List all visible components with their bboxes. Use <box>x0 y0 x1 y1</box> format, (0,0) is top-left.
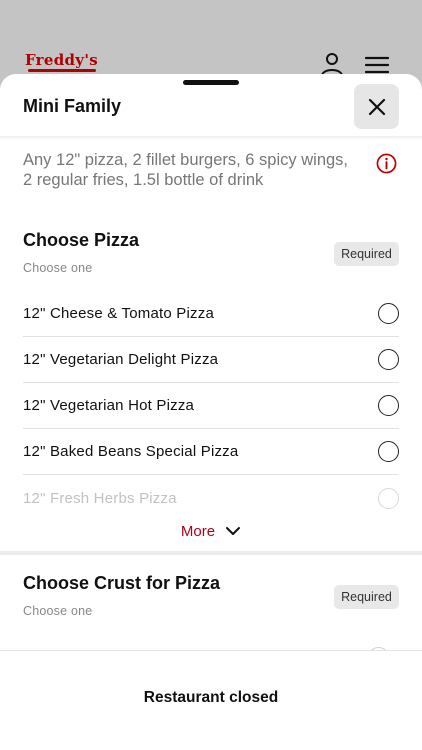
chevron-down-icon <box>226 527 241 535</box>
user-icon[interactable] <box>320 52 344 76</box>
header-divider <box>0 136 422 140</box>
option-label: 12" Baked Beans Special Pizza <box>23 443 239 460</box>
item-options-sheet: Mini Family Any 12" pizza, 2 fillet burg… <box>0 74 422 750</box>
section-title-choose-pizza: Choose Pizza <box>23 230 140 250</box>
hamburger-menu-icon[interactable] <box>365 56 389 74</box>
sheet-grabber[interactable] <box>183 80 239 85</box>
option-label: 12" Fresh Herbs Pizza <box>23 489 177 507</box>
option-row-vegetarian-delight[interactable]: 12" Vegetarian Delight Pizza <box>23 337 399 383</box>
radio-button[interactable] <box>378 487 399 509</box>
sheet-title: Mini Family <box>23 96 122 116</box>
option-row-fresh-herbs[interactable]: 12" Fresh Herbs Pizza <box>23 475 399 521</box>
option-label: 12" Vegetarian Hot Pizza <box>23 397 195 414</box>
item-description: Any 12" pizza, 2 fillet burgers, 6 spicy… <box>23 151 349 189</box>
more-options-button[interactable]: More <box>0 520 422 542</box>
radio-button[interactable] <box>378 349 399 370</box>
option-row-baked-beans[interactable]: 12" Baked Beans Special Pizza <box>23 429 399 475</box>
sheet-footer: Restaurant closed <box>0 650 422 750</box>
radio-button[interactable] <box>378 441 399 462</box>
option-label: 12" Cheese & Tomato Pizza <box>23 305 214 322</box>
option-row-vegetarian-hot[interactable]: 12" Vegetarian Hot Pizza <box>23 383 399 429</box>
brand-logo: Freddy's <box>25 51 98 69</box>
restaurant-status: Restaurant closed <box>143 689 279 706</box>
section-subtitle: Choose one <box>23 261 93 275</box>
brand-logo-underline <box>28 69 96 72</box>
radio-button[interactable] <box>378 303 399 324</box>
section-subtitle: Choose one <box>23 604 93 618</box>
more-label: More <box>180 522 216 540</box>
close-icon <box>368 98 385 115</box>
radio-button[interactable] <box>378 395 399 416</box>
option-label: 12" Vegetarian Delight Pizza <box>23 351 219 368</box>
close-button[interactable] <box>354 84 399 129</box>
info-icon[interactable] <box>376 153 397 174</box>
required-badge: Required <box>334 242 399 266</box>
section-title-choose-crust: Choose Crust for Pizza <box>23 573 221 593</box>
required-badge: Required <box>334 585 399 609</box>
section-separator <box>0 551 422 555</box>
option-row-cheese-tomato[interactable]: 12" Cheese & Tomato Pizza <box>23 291 399 337</box>
